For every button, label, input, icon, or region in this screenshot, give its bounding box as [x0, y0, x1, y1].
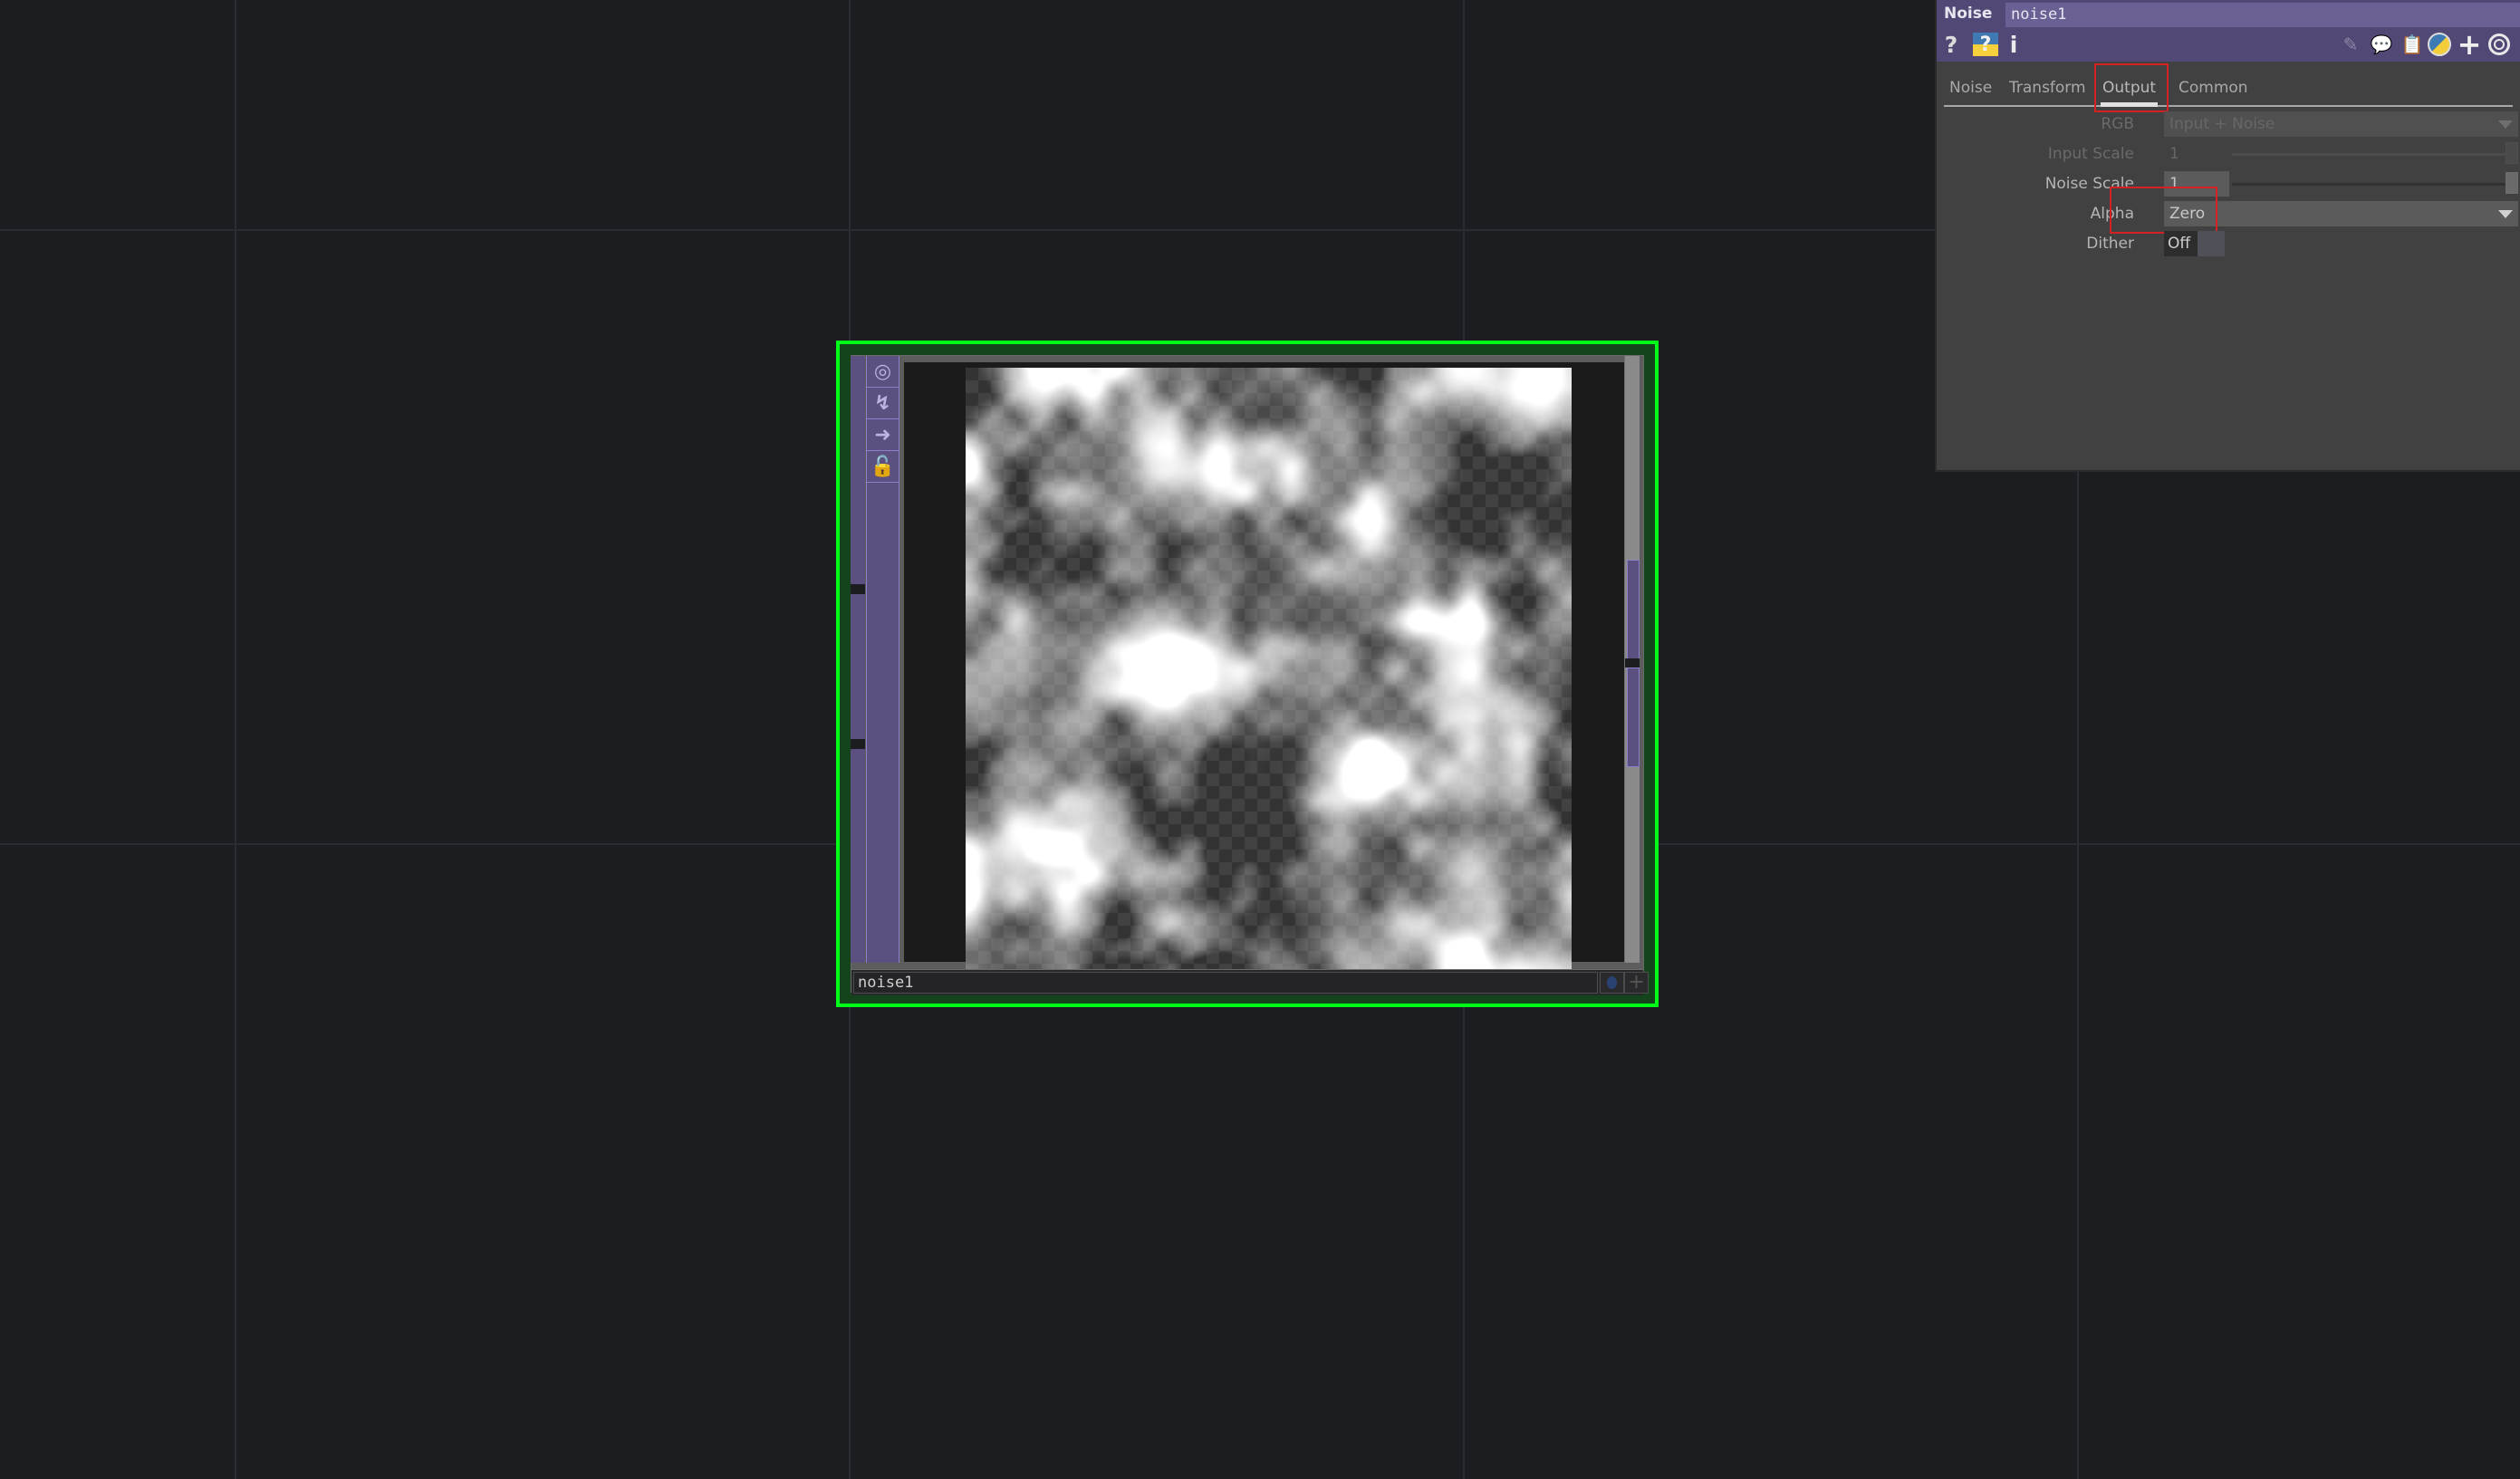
alpha-value: Zero: [2169, 205, 2206, 223]
param-row-rgb: RGB Input + Noise: [1937, 111, 2520, 139]
tab-common[interactable]: Common: [2179, 74, 2248, 103]
bypass-button[interactable]: ➜: [867, 419, 899, 451]
comment-icon[interactable]: 💬: [2369, 33, 2394, 56]
alpha-dropdown[interactable]: Zero: [2164, 201, 2518, 226]
python-icon[interactable]: [2427, 33, 2452, 56]
operator-name-field[interactable]: noise1: [2005, 3, 2520, 27]
add-icon[interactable]: +: [2457, 27, 2482, 62]
dither-toggle[interactable]: Off: [2164, 231, 2198, 256]
info-icon[interactable]: i: [2007, 32, 2020, 58]
viewer-toggle-button[interactable]: ◎: [867, 356, 899, 388]
noise-scale-label: Noise Scale: [2044, 175, 2134, 193]
cook-button[interactable]: ↯: [867, 388, 899, 419]
help-icon[interactable]: ?: [1944, 32, 1958, 58]
input-scale-slider-handle[interactable]: [2506, 142, 2518, 164]
chevron-down-icon: [2498, 120, 2513, 129]
connector-gap: [851, 584, 865, 594]
rgb-dropdown[interactable]: Input + Noise: [2164, 111, 2518, 137]
clipboard-icon[interactable]: 📋: [2400, 33, 2425, 56]
node-footer: noise1 +: [851, 969, 1649, 995]
tab-output[interactable]: Output: [2100, 74, 2159, 107]
rgb-value: Input + Noise: [2169, 115, 2275, 133]
connector-gap: [1625, 658, 1640, 667]
parameter-panel: Noise noise1 ? ? i ✎ 💬 📋 + Noise Transfo…: [1935, 0, 2520, 472]
input-scale-slider[interactable]: [2232, 153, 2506, 156]
input-scale-field[interactable]: 1: [2164, 141, 2229, 167]
param-row-noise-scale: Noise Scale 1: [1937, 171, 2520, 198]
connector-gap: [851, 739, 865, 749]
display-flag-button[interactable]: [1600, 972, 1624, 994]
noise-canvas: [966, 368, 1572, 974]
node-name-label[interactable]: noise1: [853, 972, 1598, 994]
output-connector-strip[interactable]: [1624, 356, 1640, 963]
display-flag-icon: [1607, 976, 1617, 989]
node-viewer[interactable]: [904, 362, 1626, 974]
tab-noise[interactable]: Noise: [1949, 74, 1992, 103]
param-tabs: Noise Transform Output Common: [1944, 74, 2513, 107]
lock-icon: 🔓: [870, 455, 896, 478]
panel-header: Noise noise1 ? ? i ✎ 💬 📋 +: [1937, 0, 2520, 62]
noise-scale-slider[interactable]: [2232, 183, 2506, 186]
chevron-down-icon: [2498, 210, 2513, 218]
render-flag-button[interactable]: +: [1624, 972, 1649, 994]
noise-node[interactable]: ◎ ↯ ➜ 🔓 noise1 +: [836, 341, 1659, 1007]
target-icon[interactable]: [2486, 33, 2512, 56]
input-scale-label: Input Scale: [2047, 145, 2134, 163]
grid-line: [235, 0, 236, 1479]
noise-scale-field[interactable]: 1: [2164, 171, 2229, 197]
rgb-label: RGB: [2101, 115, 2134, 133]
alpha-label: Alpha: [2090, 205, 2134, 223]
dither-toggle-knob[interactable]: [2198, 231, 2225, 256]
dither-label: Dither: [2086, 235, 2134, 253]
bypass-arrow-icon: ➜: [874, 423, 891, 447]
noise-scale-slider-handle[interactable]: [2506, 172, 2518, 194]
viewer-toggle-icon: ◎: [873, 360, 892, 383]
python-help-icon[interactable]: ?: [1973, 33, 1998, 56]
param-row-dither: Dither Off: [1937, 231, 2520, 258]
edit-icon[interactable]: ✎: [2338, 33, 2363, 56]
plus-icon: +: [1628, 971, 1645, 994]
cook-bolt-icon: ↯: [874, 391, 891, 415]
lock-button[interactable]: 🔓: [867, 451, 899, 483]
output-connector[interactable]: [1627, 560, 1640, 659]
noise-preview-image: [966, 368, 1572, 974]
tab-transform[interactable]: Transform: [2009, 74, 2086, 103]
node-body: ◎ ↯ ➜ 🔓 noise1 +: [851, 355, 1649, 995]
node-toolbar: ◎ ↯ ➜ 🔓: [866, 356, 899, 963]
operator-type: Noise: [1944, 5, 1993, 23]
input-connector-strip[interactable]: [851, 356, 865, 963]
param-row-alpha: Alpha Zero: [1937, 201, 2520, 228]
output-connector[interactable]: [1627, 667, 1640, 767]
param-row-input-scale: Input Scale 1: [1937, 141, 2520, 168]
